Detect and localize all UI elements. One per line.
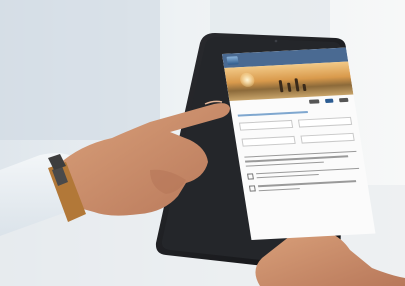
hero-image: [224, 61, 354, 101]
logo-mark-icon: [226, 56, 239, 65]
text-line: [257, 180, 357, 187]
photo-scene: [0, 0, 405, 286]
text-input[interactable]: [300, 132, 355, 144]
form-field: [300, 131, 355, 144]
camera-icon: [274, 39, 278, 43]
text-line: [255, 167, 360, 175]
form-field: [297, 115, 353, 128]
family-silhouette-icon: [302, 83, 307, 92]
text-line: [256, 174, 319, 179]
form-row: [233, 115, 359, 131]
partner-logo-icon: [324, 98, 334, 104]
family-silhouette-icon: [287, 82, 292, 92]
consent-label: [257, 180, 362, 194]
form-field: [238, 118, 294, 131]
background-window: [0, 0, 160, 140]
text-input[interactable]: [241, 135, 296, 147]
consent-checkbox[interactable]: [246, 173, 254, 180]
form-field: [241, 134, 296, 147]
partner-logo-icon: [308, 99, 320, 104]
form-row: [235, 131, 361, 147]
text-input[interactable]: [238, 119, 294, 131]
partner-logo-icon: [338, 97, 349, 103]
family-silhouette-icon: [278, 80, 284, 93]
sun-icon: [239, 72, 256, 88]
text-input[interactable]: [297, 116, 353, 128]
text-line: [258, 187, 301, 192]
consent-checkbox[interactable]: [248, 185, 256, 193]
family-silhouette-icon: [294, 78, 300, 92]
